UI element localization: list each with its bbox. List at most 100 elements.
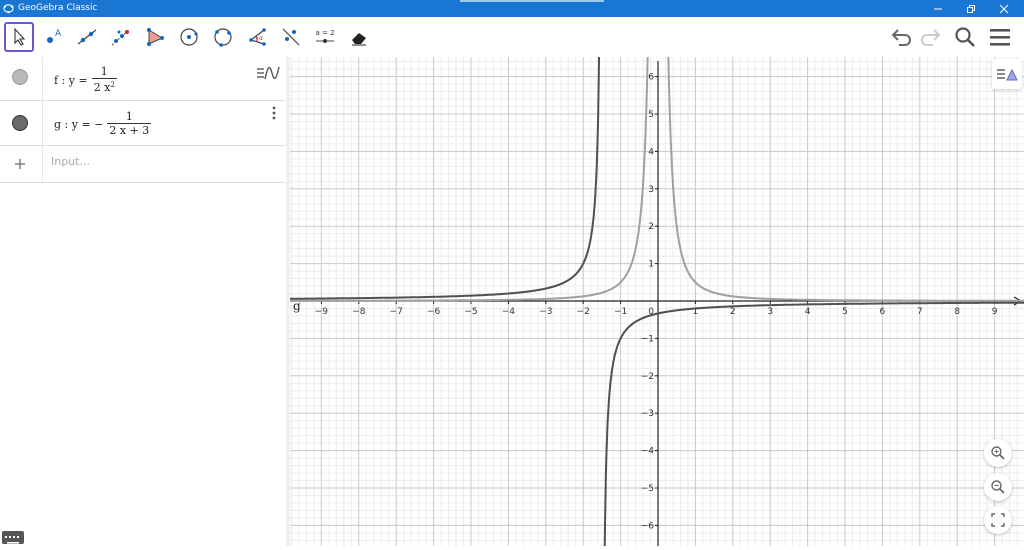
y-tick-label: 1 [648, 260, 654, 270]
point-icon: A [42, 26, 64, 48]
restore-button[interactable] [955, 0, 987, 17]
algebra-input-row[interactable]: Input... [0, 146, 285, 183]
restore-icon [966, 4, 976, 14]
y-tick-label: −1 [641, 334, 654, 344]
polygon-icon [144, 26, 166, 48]
y-tick-label: −4 [641, 447, 655, 457]
keyboard-toggle-button[interactable] [2, 531, 24, 544]
visibility-toggle-f[interactable] [12, 69, 28, 85]
fraction-g: 1 2 x + 3 [107, 111, 151, 137]
minimize-icon [933, 4, 943, 14]
graph-canvas[interactable]: −9−8−7−6−5−4−3−2−1123456789−6−5−4−3−2−11… [290, 57, 1024, 546]
more-options-icon[interactable] [271, 105, 277, 121]
delete-tool-button[interactable] [344, 22, 374, 52]
x-tick-label: −9 [315, 307, 329, 317]
window-title: GeoGebra Classic [18, 2, 97, 15]
curve-f [668, 57, 1024, 301]
keyboard-icon [2, 533, 24, 546]
fraction-g-numerator: 1 [124, 111, 135, 123]
circle-three-points-tool-button[interactable] [208, 22, 238, 52]
circle-center-icon [178, 26, 200, 48]
x-tick-label: −6 [427, 307, 441, 317]
svg-text:α: α [259, 35, 263, 42]
row-separator [42, 57, 43, 100]
x-tick-label: −2 [577, 307, 590, 317]
undo-button[interactable] [889, 24, 915, 50]
close-button[interactable] [988, 0, 1020, 17]
search-button[interactable] [952, 24, 978, 50]
x-tick-label: 3 [767, 307, 773, 317]
svg-text:A: A [55, 29, 62, 39]
algebra-row-f[interactable]: f : y = 1 2 x2 [0, 57, 285, 101]
x-tick-label: −1 [614, 307, 627, 317]
formula-f: f : y = 1 2 x2 [54, 66, 117, 94]
visibility-toggle-g[interactable] [12, 115, 28, 131]
circle-three-points-icon [212, 26, 234, 48]
algebra-view: f : y = 1 2 x2 g : y = − 1 2 x + 3 Input… [0, 57, 285, 546]
graphics-style-icon [995, 64, 1019, 84]
slider-tool-label: a = 2 [315, 29, 334, 37]
x-tick-label: 4 [805, 307, 811, 317]
zoom-in-button[interactable] [984, 439, 1012, 467]
perpendicular-line-tool-button[interactable] [106, 22, 136, 52]
close-icon [999, 4, 1009, 14]
zoom-in-icon [990, 445, 1006, 461]
y-tick-label: −5 [641, 484, 654, 494]
reflect-line-icon [280, 26, 302, 48]
x-tick-label: 6 [880, 307, 886, 317]
line-icon [76, 26, 98, 48]
polygon-tool-button[interactable] [140, 22, 170, 52]
x-tick-label: 2 [730, 307, 736, 317]
move-arrow-icon [8, 26, 30, 48]
fullscreen-button[interactable] [984, 506, 1012, 534]
circle-center-tool-button[interactable] [174, 22, 204, 52]
x-tick-label: −3 [539, 307, 552, 317]
angle-tool-button[interactable]: α [242, 22, 272, 52]
geogebra-app-icon [3, 3, 14, 14]
reflect-tool-button[interactable] [276, 22, 306, 52]
x-tick-label: 9 [992, 307, 998, 317]
toolbar: A α a = 2 [0, 17, 1024, 57]
formula-g-lhs: g : y = − [54, 118, 103, 131]
x-tick-label: 8 [954, 307, 960, 317]
fraction-f-exponent: 2 [110, 81, 114, 89]
main-menu-button[interactable] [987, 24, 1013, 50]
algebra-input-field[interactable]: Input... [51, 155, 90, 168]
slider-tool-button[interactable]: a = 2 [310, 22, 340, 52]
y-tick-label: 5 [648, 110, 654, 120]
y-tick-label: −6 [641, 521, 655, 531]
algebra-description-icon[interactable] [255, 63, 281, 83]
angle-icon: α [246, 26, 268, 48]
formula-f-lhs: f : y = [54, 74, 88, 87]
row-separator [42, 101, 43, 145]
graphics-view[interactable]: −9−8−7−6−5−4−3−2−1123456789−6−5−4−3−2−11… [290, 57, 1024, 546]
point-tool-button[interactable]: A [38, 22, 68, 52]
eraser-icon [348, 26, 370, 48]
y-tick-label: 6 [648, 73, 654, 83]
redo-icon [918, 27, 942, 47]
slider-icon: a = 2 [314, 26, 336, 48]
redo-button[interactable] [917, 24, 943, 50]
undo-icon [890, 27, 914, 47]
hamburger-menu-icon [988, 27, 1012, 47]
zoom-out-button[interactable] [984, 473, 1012, 501]
minimize-button[interactable] [922, 0, 954, 17]
curve-g [605, 303, 1024, 546]
x-tick-label: 7 [917, 307, 923, 317]
algebra-row-g[interactable]: g : y = − 1 2 x + 3 [0, 101, 285, 146]
y-tick-label: −3 [641, 409, 654, 419]
x-tick-label: −7 [390, 307, 403, 317]
title-accent [460, 0, 604, 2]
add-plus-icon[interactable] [14, 158, 26, 170]
fraction-f-denominator-base: 2 x [94, 81, 111, 94]
row-separator [42, 146, 43, 182]
x-tick-label: −5 [464, 307, 477, 317]
x-tick-label: 5 [842, 307, 848, 317]
formula-g: g : y = − 1 2 x + 3 [54, 111, 151, 137]
graphics-style-bar-button[interactable] [992, 59, 1022, 89]
y-tick-label: 2 [648, 222, 654, 232]
x-tick-label: −8 [352, 307, 366, 317]
fullscreen-icon [991, 513, 1005, 527]
line-tool-button[interactable] [72, 22, 102, 52]
move-tool-button[interactable] [4, 22, 34, 52]
